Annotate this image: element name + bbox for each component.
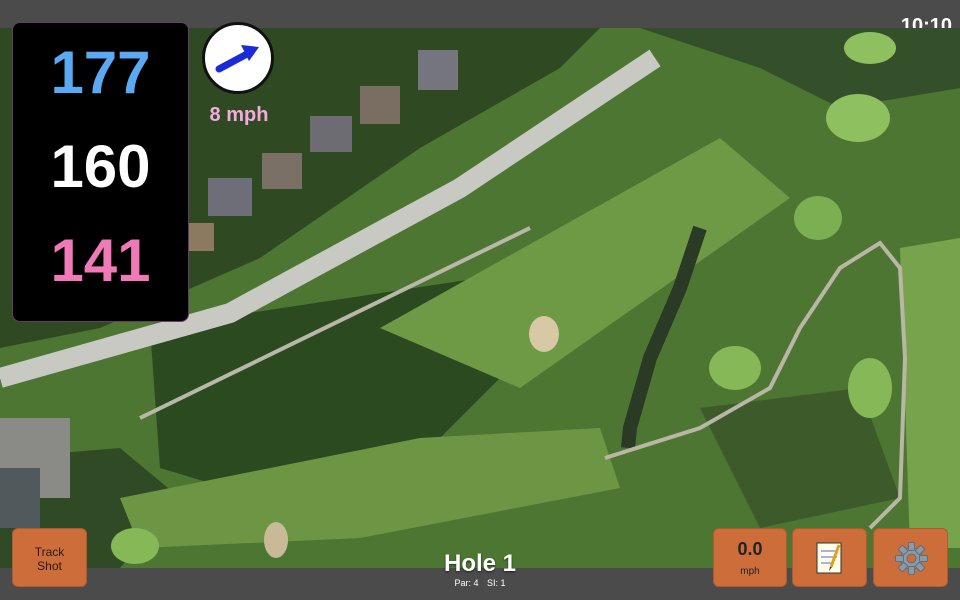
track-shot-label-line1: Track — [34, 545, 65, 559]
wind-speed-label: 8 mph — [209, 104, 269, 126]
settings-button[interactable] — [873, 528, 948, 587]
distance-middle: 160 — [50, 133, 151, 200]
wind-indicator — [202, 22, 274, 94]
track-shot-label-line2: Shot — [37, 559, 62, 573]
gear-icon — [895, 542, 928, 575]
hole-title: Hole 1 — [443, 550, 517, 577]
wind-direction-arrow-icon — [215, 45, 259, 73]
speed-value: 0.0 — [737, 539, 763, 559]
speed-unit: mph — [740, 566, 760, 577]
distance-back: 177 — [50, 39, 151, 106]
notes-button[interactable] — [792, 528, 867, 587]
hole-par: Par: 4 — [454, 578, 479, 588]
hole-stroke-index: SI: 1 — [487, 578, 506, 588]
hole-info: Par: 4 SI: 1 — [380, 577, 580, 589]
track-shot-button[interactable]: Track Shot — [12, 528, 87, 587]
distance-panel: 177 160 141 — [12, 22, 189, 322]
distance-front: 141 — [50, 227, 151, 294]
notepad-icon — [816, 542, 842, 574]
speed-button[interactable]: 0.0 mph — [713, 528, 787, 587]
